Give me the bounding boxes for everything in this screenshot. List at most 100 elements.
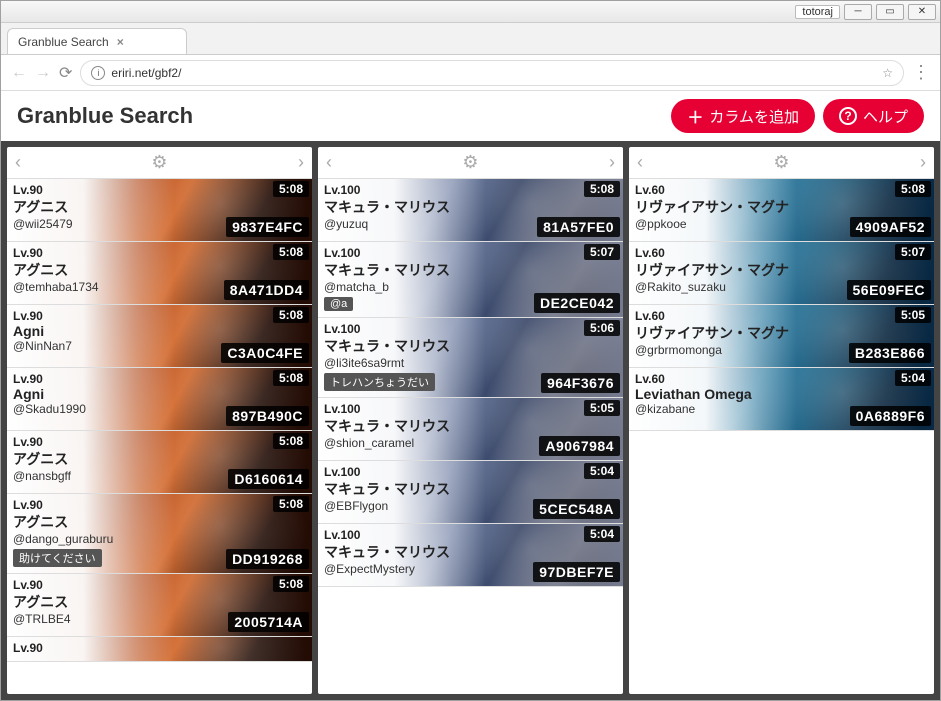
card-code-badge: 8A471DD4 (224, 280, 309, 300)
card-time-badge: 5:07 (895, 244, 931, 260)
browser-menu-icon[interactable]: ⋮ (912, 62, 930, 83)
card-code-badge: 9837E4FC (226, 217, 309, 237)
raid-card[interactable]: Lv.90アグニス@nansbgff5:08D6160614 (7, 431, 312, 494)
gear-icon[interactable]: ⚙ (151, 152, 167, 173)
card-user-handle: @dango_guraburu (13, 532, 306, 546)
card-content: Lv.100マキュラ・マリウス@ExpectMystery5:0497DBEF7… (318, 524, 623, 586)
card-boss-name: マキュラ・マリウス (324, 542, 617, 562)
card-level: Lv.100 (324, 183, 617, 197)
card-boss-name: マキュラ・マリウス (324, 416, 617, 436)
page-title: Granblue Search (17, 103, 193, 129)
raid-card[interactable]: Lv.100マキュラ・マリウス@ExpectMystery5:0497DBEF7… (318, 524, 623, 587)
card-level: Lv.90 (13, 372, 306, 386)
nav-reload-icon[interactable]: ⟳ (59, 63, 72, 83)
window-titlebar: totoraj ─ ▭ ✕ (1, 1, 940, 23)
card-level: Lv.100 (324, 465, 617, 479)
window-close-button[interactable]: ✕ (908, 4, 936, 20)
browser-tab[interactable]: Granblue Search × (7, 28, 187, 54)
browser-toolbar: ← → ⟳ i eriri.net/gbf2/ ☆ ⋮ (1, 55, 940, 91)
card-boss-name: リヴァイアサン・マグナ (635, 197, 928, 217)
column-body[interactable]: Lv.100マキュラ・マリウス@yuzuq5:0881A57FE0Lv.100マ… (318, 179, 623, 694)
card-time-badge: 5:08 (273, 181, 309, 197)
card-time-badge: 5:05 (895, 307, 931, 323)
raid-card[interactable]: Lv.100マキュラ・マリウス@EBFlygon5:045CEC548A (318, 461, 623, 524)
column-body[interactable]: Lv.90アグニス@wii254795:089837E4FCLv.90アグニス@… (7, 179, 312, 694)
raid-card[interactable]: Lv.90Agni@Skadu19905:08897B490C (7, 368, 312, 431)
card-level: Lv.100 (324, 402, 617, 416)
raid-card[interactable]: Lv.60Leviathan Omega@kizabane5:040A6889F… (629, 368, 934, 431)
card-time-badge: 5:08 (273, 576, 309, 592)
column-body[interactable]: Lv.60リヴァイアサン・マグナ@ppkooe5:084909AF52Lv.60… (629, 179, 934, 694)
help-label: ヘルプ (863, 106, 908, 127)
raid-card[interactable]: Lv.100マキュラ・マリウス@yuzuq5:0881A57FE0 (318, 179, 623, 242)
raid-card[interactable]: Lv.90アグニス@TRLBE45:082005714A (7, 574, 312, 637)
raid-card[interactable]: Lv.60リヴァイアサン・マグナ@grbrmomonga5:05B283E866 (629, 305, 934, 368)
card-time-badge: 5:04 (584, 463, 620, 479)
column-header: ‹ ⚙ › (7, 147, 312, 179)
card-content: Lv.100マキュラ・マリウス@shion_caramel5:05A906798… (318, 398, 623, 460)
browser-tab-strip: Granblue Search × (1, 23, 940, 55)
card-time-badge: 5:04 (895, 370, 931, 386)
site-info-icon[interactable]: i (91, 66, 105, 80)
nav-forward-icon[interactable]: → (35, 64, 51, 82)
card-level: Lv.60 (635, 309, 928, 323)
gear-icon[interactable]: ⚙ (462, 152, 478, 173)
card-content: Lv.100マキュラ・マリウス@EBFlygon5:045CEC548A (318, 461, 623, 523)
tab-close-icon[interactable]: × (117, 35, 124, 49)
column-prev-icon[interactable]: ‹ (637, 152, 643, 173)
card-code-badge: C3A0C4FE (221, 343, 309, 363)
address-bar[interactable]: i eriri.net/gbf2/ ☆ (80, 60, 904, 86)
raid-card[interactable]: Lv.100マキュラ・マリウス@li3ite6sa9rmtトレハンちょうだい5:… (318, 318, 623, 398)
nav-back-icon[interactable]: ← (11, 64, 27, 82)
add-column-button[interactable]: ＋ カラムを追加 (671, 99, 815, 133)
column-prev-icon[interactable]: ‹ (15, 152, 21, 173)
window-maximize-button[interactable]: ▭ (876, 4, 904, 20)
raid-card[interactable]: Lv.100マキュラ・マリウス@shion_caramel5:05A906798… (318, 398, 623, 461)
column-next-icon[interactable]: › (609, 152, 615, 173)
column: ‹⚙›Lv.60リヴァイアサン・マグナ@ppkooe5:084909AF52Lv… (629, 147, 934, 694)
card-content: Lv.90Agni@Skadu19905:08897B490C (7, 368, 312, 430)
gear-icon[interactable]: ⚙ (773, 152, 789, 173)
card-level: Lv.90 (13, 435, 306, 449)
card-content: Lv.90アグニス@TRLBE45:082005714A (7, 574, 312, 636)
card-time-badge: 5:06 (584, 320, 620, 336)
card-content: Lv.60リヴァイアサン・マグナ@Rakito_suzaku5:0756E09F… (629, 242, 934, 304)
raid-card[interactable]: Lv.100マキュラ・マリウス@matcha_b@a5:07DE2CE042 (318, 242, 623, 318)
column: ‹⚙›Lv.90アグニス@wii254795:089837E4FCLv.90アグ… (7, 147, 312, 694)
card-code-badge: D6160614 (228, 469, 309, 489)
card-code-badge: B283E866 (849, 343, 931, 363)
bookmark-star-icon[interactable]: ☆ (882, 66, 893, 80)
card-message-chip: トレハンちょうだい (324, 373, 435, 391)
card-content: Lv.100マキュラ・マリウス@li3ite6sa9rmtトレハンちょうだい5:… (318, 318, 623, 397)
card-code-badge: DE2CE042 (534, 293, 620, 313)
help-button[interactable]: ? ヘルプ (823, 99, 924, 133)
raid-card[interactable]: Lv.90アグニス@dango_guraburu助けてください5:08DD919… (7, 494, 312, 574)
card-content: Lv.60リヴァイアサン・マグナ@grbrmomonga5:05B283E866 (629, 305, 934, 367)
raid-card[interactable]: Lv.90アグニス@temhaba17345:088A471DD4 (7, 242, 312, 305)
card-content: Lv.90アグニス@nansbgff5:08D6160614 (7, 431, 312, 493)
column-prev-icon[interactable]: ‹ (326, 152, 332, 173)
card-time-badge: 5:08 (273, 370, 309, 386)
raid-card[interactable]: Lv.90Agni@NinNan75:08C3A0C4FE (7, 305, 312, 368)
card-boss-name: マキュラ・マリウス (324, 197, 617, 217)
card-level: Lv.100 (324, 528, 617, 542)
card-boss-name: マキュラ・マリウス (324, 260, 617, 280)
card-user-handle: @matcha_b (324, 280, 617, 294)
raid-card[interactable]: Lv.60リヴァイアサン・マグナ@ppkooe5:084909AF52 (629, 179, 934, 242)
card-time-badge: 5:07 (584, 244, 620, 260)
window-app-label: totoraj (795, 5, 840, 19)
card-boss-name: マキュラ・マリウス (324, 479, 617, 499)
card-user-handle: @li3ite6sa9rmt (324, 356, 617, 370)
card-code-badge: 56E09FEC (847, 280, 931, 300)
card-code-badge: A9067984 (539, 436, 620, 456)
card-level: Lv.90 (13, 309, 306, 323)
card-boss-name: アグニス (13, 592, 306, 612)
raid-card[interactable]: Lv.90アグニス@wii254795:089837E4FC (7, 179, 312, 242)
column-next-icon[interactable]: › (298, 152, 304, 173)
raid-card[interactable]: Lv.60リヴァイアサン・マグナ@Rakito_suzaku5:0756E09F… (629, 242, 934, 305)
raid-card[interactable]: Lv.90 (7, 637, 312, 662)
column-next-icon[interactable]: › (920, 152, 926, 173)
card-content: Lv.90アグニス@temhaba17345:088A471DD4 (7, 242, 312, 304)
window-minimize-button[interactable]: ─ (844, 4, 872, 20)
card-level: Lv.60 (635, 246, 928, 260)
